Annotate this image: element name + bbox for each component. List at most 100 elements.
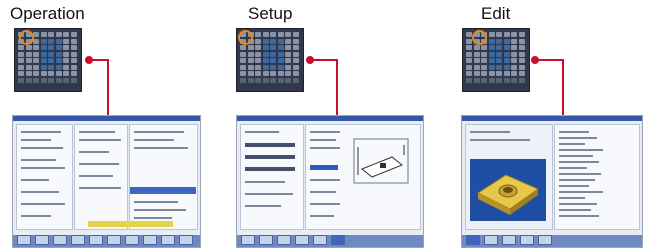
panel-key xyxy=(496,64,502,70)
panel-key xyxy=(33,64,39,70)
panel-key xyxy=(481,77,487,83)
panel-key xyxy=(48,51,54,57)
panel-key xyxy=(292,77,299,83)
panel-key xyxy=(63,71,69,76)
screen-pane xyxy=(554,124,640,230)
panel-key xyxy=(496,32,502,37)
panel-key xyxy=(277,32,284,37)
panel-key xyxy=(481,64,487,70)
panel-key xyxy=(518,71,525,76)
screen-title-bar xyxy=(237,116,423,121)
panel-key xyxy=(277,45,284,50)
panel-key xyxy=(70,51,77,57)
panel-key xyxy=(240,71,246,76)
panel-key xyxy=(40,45,47,50)
panel-key xyxy=(40,38,47,44)
panel-key xyxy=(55,38,62,44)
panel-key xyxy=(55,32,62,37)
panel-key xyxy=(40,58,47,63)
panel-key xyxy=(25,58,32,63)
highlight-ring-icon xyxy=(238,30,253,45)
panel-key xyxy=(70,64,77,70)
connector-line xyxy=(310,59,337,61)
panel-key xyxy=(240,64,246,70)
panel-key xyxy=(277,38,284,44)
panel-key xyxy=(285,64,291,70)
panel-key xyxy=(511,58,517,63)
panel-key xyxy=(270,58,276,63)
panel-key xyxy=(18,45,24,50)
panel-key xyxy=(63,64,69,70)
panel-key xyxy=(285,58,291,63)
panel-key xyxy=(262,51,269,57)
panel-key xyxy=(262,45,269,50)
highlight-ring-icon xyxy=(472,30,487,45)
panel-key xyxy=(25,77,32,83)
panel-key xyxy=(33,45,39,50)
panel-key xyxy=(40,64,47,70)
panel-key xyxy=(48,64,54,70)
panel-key xyxy=(247,45,254,50)
panel-key xyxy=(63,77,69,83)
panel-key xyxy=(277,64,284,70)
panel-key xyxy=(247,77,254,83)
panel-key xyxy=(518,38,525,44)
panel-key xyxy=(40,71,47,76)
panel-key xyxy=(70,71,77,76)
panel-key xyxy=(48,77,54,83)
title-setup: Setup xyxy=(248,4,293,23)
screen-title-bar xyxy=(462,116,642,121)
panel-key xyxy=(511,64,517,70)
panel-key xyxy=(488,58,495,63)
panel-key xyxy=(55,77,62,83)
panel-key xyxy=(473,51,480,57)
panel-key xyxy=(518,77,525,83)
panel-key xyxy=(292,51,299,57)
panel-key xyxy=(511,32,517,37)
panel-key xyxy=(262,32,269,37)
panel-key xyxy=(488,45,495,50)
panel-key xyxy=(466,77,472,83)
connector-line xyxy=(107,59,109,116)
panel-key xyxy=(511,45,517,50)
panel-key xyxy=(18,51,24,57)
panel-key xyxy=(70,58,77,63)
screen-setup[interactable] xyxy=(236,115,424,248)
panel-key xyxy=(63,38,69,44)
screen-edit[interactable] xyxy=(461,115,643,248)
panel-key xyxy=(285,32,291,37)
panel-key xyxy=(488,71,495,76)
panel-key xyxy=(503,64,510,70)
screen-title-bar xyxy=(13,116,200,121)
panel-key xyxy=(55,51,62,57)
panel-key xyxy=(292,58,299,63)
panel-key xyxy=(33,71,39,76)
panel-key xyxy=(292,45,299,50)
panel-key xyxy=(292,64,299,70)
screen-operation[interactable] xyxy=(12,115,201,248)
panel-key xyxy=(292,71,299,76)
softkey-bar xyxy=(13,235,200,247)
panel-key xyxy=(48,71,54,76)
panel-key xyxy=(25,64,32,70)
panel-key xyxy=(503,58,510,63)
panel-key xyxy=(270,51,276,57)
panel-key xyxy=(240,58,246,63)
panel-key xyxy=(25,45,32,50)
panel-key xyxy=(481,45,487,50)
panel-key xyxy=(518,64,525,70)
panel-key xyxy=(466,58,472,63)
panel-key xyxy=(277,58,284,63)
screen-pane xyxy=(74,124,128,230)
panel-key xyxy=(285,51,291,57)
panel-key xyxy=(511,71,517,76)
panel-key xyxy=(63,32,69,37)
connector-line xyxy=(89,59,108,61)
panel-key xyxy=(48,38,54,44)
panel-key xyxy=(481,58,487,63)
panel-key xyxy=(503,38,510,44)
screen-pane xyxy=(465,124,553,230)
panel-key xyxy=(18,64,24,70)
panel-key xyxy=(518,58,525,63)
panel-key xyxy=(55,58,62,63)
